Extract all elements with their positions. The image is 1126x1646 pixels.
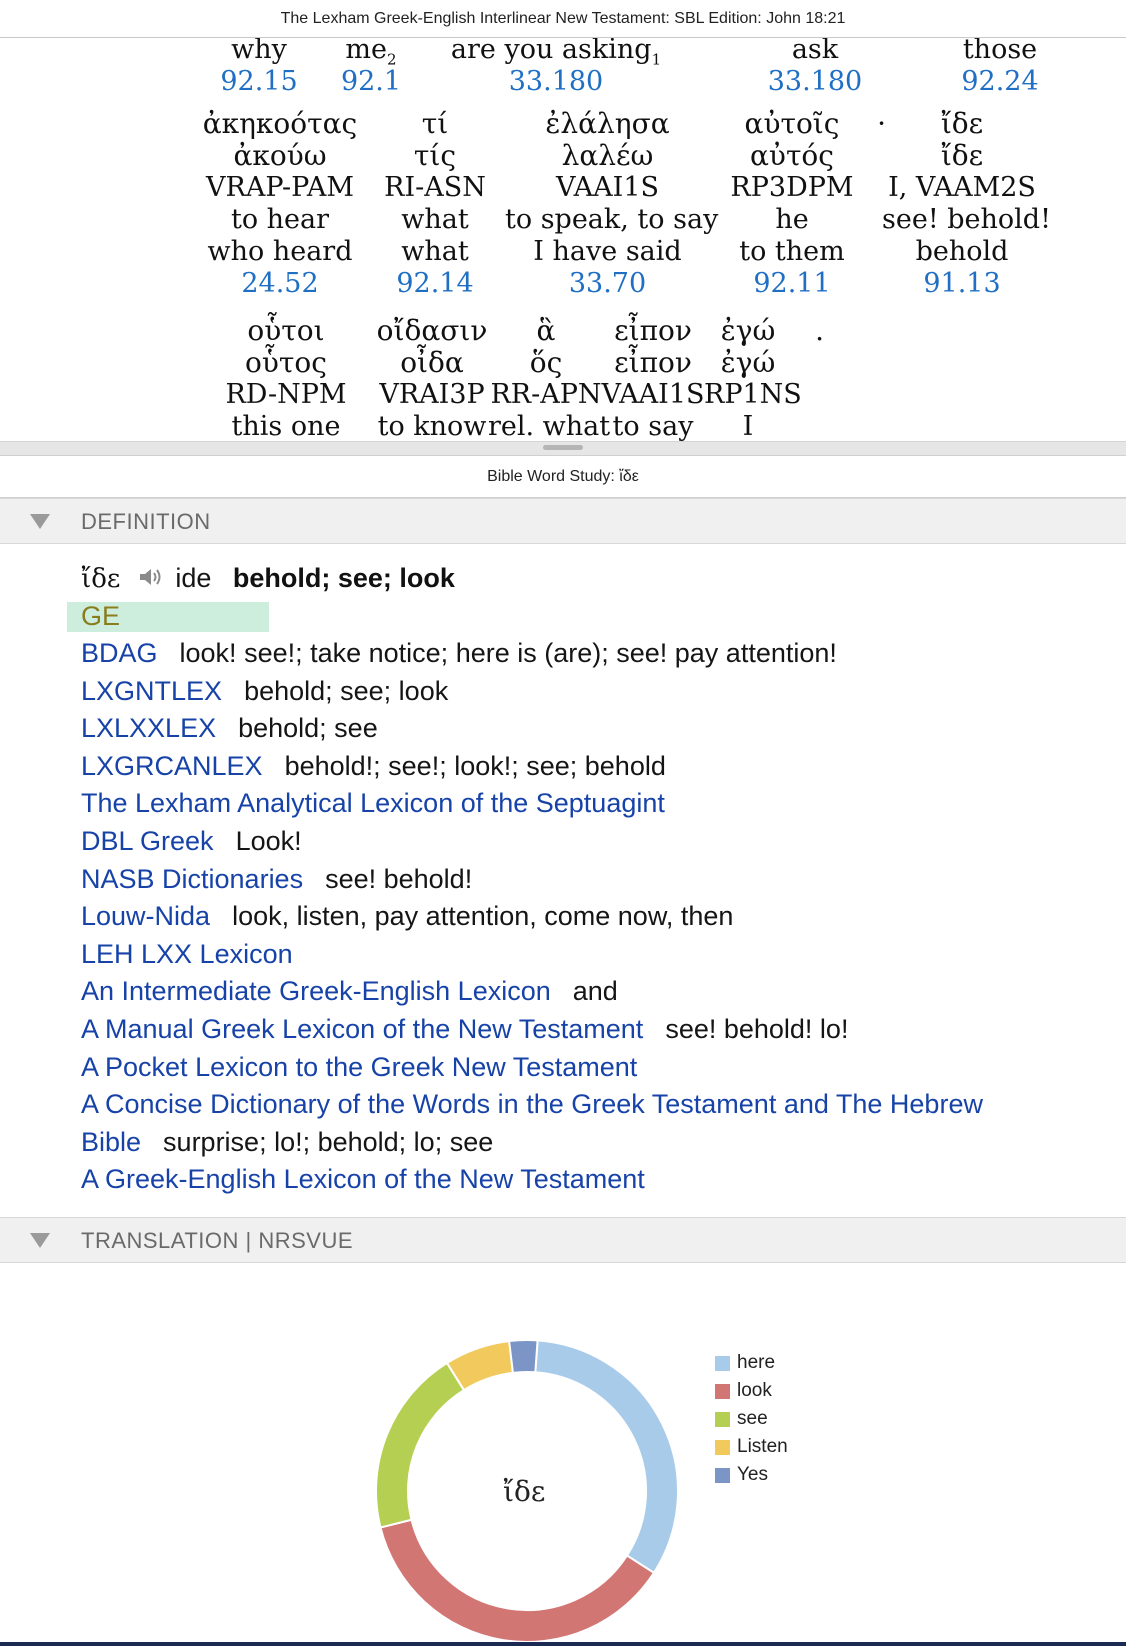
louw-nida-link[interactable]: 33.70 xyxy=(505,268,710,300)
lexicon-gloss: behold; see xyxy=(238,713,378,744)
translation-section-header[interactable]: TRANSLATION | NRSVUE xyxy=(0,1217,1126,1263)
interlinear-word[interactable]: ἐγώ. ἐγώ RP1NS I xyxy=(704,315,824,443)
headword-transliteration: ide xyxy=(175,563,212,593)
lexicon-gloss: behold; see; look xyxy=(244,675,449,706)
legend-label: see xyxy=(737,1408,768,1429)
lexicon-gloss: and xyxy=(572,976,618,1007)
lexicon-source-link[interactable]: Bible xyxy=(81,1127,141,1157)
donut-slice-yes[interactable] xyxy=(508,1340,539,1374)
drag-handle-icon[interactable] xyxy=(543,445,583,450)
legend-swatch xyxy=(715,1440,730,1455)
translation-donut-chart[interactable]: ἴδε xyxy=(360,1340,700,1646)
punctuation-mark: . xyxy=(815,314,824,347)
lexicon-entry: LXLXXLEX behold; see xyxy=(81,710,378,746)
lexicon-entry: DBL Greek Look! xyxy=(81,823,302,859)
lexicon-source-link[interactable]: A Pocket Lexicon to the Greek New Testam… xyxy=(81,1052,637,1082)
interlinear-word[interactable]: are you asking1 33.180 xyxy=(445,34,667,98)
lexicon-gloss: see! behold! xyxy=(325,863,473,894)
interlinear-word[interactable]: αὐτοῖς · αὐτός RP3DPM he to them 92.11 xyxy=(730,108,886,300)
headword-gloss: behold; see; look xyxy=(232,563,455,593)
lexicon-gloss: see! behold! lo! xyxy=(665,1014,849,1044)
collapse-triangle-icon[interactable] xyxy=(30,1233,50,1248)
legend-swatch xyxy=(715,1384,730,1399)
lexicon-entry: NASB Dictionaries see! behold! xyxy=(81,861,472,897)
donut-slice-here[interactable] xyxy=(534,1340,679,1575)
lexicon-source-link[interactable]: The Lexham Analytical Lexicon of the Sep… xyxy=(81,788,665,818)
definition-section-header[interactable]: DEFINITION xyxy=(0,498,1126,544)
lexicon-entry: A Greek-English Lexicon of the New Testa… xyxy=(81,1161,645,1197)
ge-row[interactable]: GE xyxy=(67,598,269,634)
legend-swatch xyxy=(715,1468,730,1483)
donut-slice-see[interactable] xyxy=(375,1361,466,1529)
louw-nida-link[interactable]: 33.180 xyxy=(760,66,870,98)
lexicon-source-link[interactable]: Louw-Nida xyxy=(81,901,210,931)
legend-swatch xyxy=(715,1412,730,1427)
legend-label: here xyxy=(737,1352,776,1373)
headword-line: ἴδε ide behold; see; look xyxy=(81,560,455,596)
louw-nida-link[interactable]: 92.1 xyxy=(326,66,416,98)
louw-nida-link[interactable]: 91.13 xyxy=(882,268,1042,300)
interlinear-word[interactable]: me2 92.1 xyxy=(326,34,416,98)
lexicon-source-link[interactable]: An Intermediate Greek-English Lexicon xyxy=(81,976,551,1006)
lexicon-source-link[interactable]: NASB Dictionaries xyxy=(81,864,303,894)
lexicon-source-link[interactable]: DBL Greek xyxy=(81,826,214,856)
lexicon-source-link[interactable]: BDAG xyxy=(81,638,158,668)
lexicon-entry: BDAG look! see!; take notice; here is (ar… xyxy=(81,635,837,671)
interlinear-word[interactable]: ἐλάλησα λαλέω VAAI1S to speak, to say I … xyxy=(505,108,718,300)
interlinear-word[interactable]: ἀκηκοότας ἀκούω VRAP-PAM to hear who hea… xyxy=(190,108,370,300)
interlinear-word[interactable]: οἴδασιν οἶδα VRAI3P to know xyxy=(372,315,492,443)
lexicon-gloss: look! see!; take notice; here is (are); … xyxy=(179,638,837,668)
interlinear-word[interactable]: why 92.15 xyxy=(214,34,304,98)
louw-nida-link[interactable]: 92.24 xyxy=(940,66,1060,98)
lexicon-source-link[interactable]: LXGRCANLEX xyxy=(81,751,263,781)
interlinear-word[interactable]: τί τίς RI-ASN what what 92.14 xyxy=(375,108,495,300)
lexicon-entry: LEH LXX Lexicon xyxy=(81,936,293,972)
donut-slice-look[interactable] xyxy=(379,1518,656,1643)
lexicon-entry: The Lexham Analytical Lexicon of the Sep… xyxy=(81,785,665,821)
lexicon-gloss: Look! xyxy=(235,826,302,856)
donut-center-label: ἴδε xyxy=(503,1475,545,1508)
bottom-edge-bar xyxy=(0,1642,1126,1646)
collapse-triangle-icon[interactable] xyxy=(30,514,50,529)
lexicon-entry: Bible surprise; lo!; behold; lo; see xyxy=(81,1124,493,1160)
legend-label: Yes xyxy=(737,1464,768,1485)
interlinear-word[interactable]: εἶπον εἶπον VAAI1S to say xyxy=(600,315,706,443)
ge-label[interactable]: GE xyxy=(81,601,120,631)
legend-label: look xyxy=(737,1380,772,1401)
interlinear-word[interactable]: ἃ ὅς RR-APN rel. what xyxy=(488,315,610,443)
lexicon-source-link[interactable]: A Manual Greek Lexicon of the New Testam… xyxy=(81,1014,643,1044)
louw-nida-link[interactable]: 92.15 xyxy=(214,66,304,98)
interlinear-word[interactable]: ask 33.180 xyxy=(760,34,870,98)
louw-nida-link[interactable]: 33.180 xyxy=(445,66,667,98)
lexicon-gloss: behold!; see!; look!; see; behold xyxy=(284,750,666,781)
louw-nida-link[interactable]: 92.11 xyxy=(730,268,854,300)
lexicon-entry: A Concise Dictionary of the Words in the… xyxy=(81,1086,983,1122)
lexicon-entry: Louw-Nida look, listen, pay attention, co… xyxy=(81,898,733,934)
lexicon-entry: LXGNTLEX behold; see; look xyxy=(81,673,448,709)
word-study-title: Bible Word Study: ἴδε xyxy=(0,456,1126,498)
interlinear-word[interactable]: οὗτοι οὗτος RD-NPM this one xyxy=(216,315,356,443)
lexicon-source-link[interactable]: LXLXXLEX xyxy=(81,713,216,743)
headword-greek: ἴδε xyxy=(81,564,121,594)
interlinear-title: The Lexham Greek-English Interlinear New… xyxy=(0,0,1126,38)
louw-nida-link[interactable]: 92.14 xyxy=(375,268,495,300)
lexicon-source-link[interactable]: LEH LXX Lexicon xyxy=(81,939,293,969)
lexicon-entry: An Intermediate Greek-English Lexicon and xyxy=(81,973,618,1009)
lexicon-source-link[interactable]: A Concise Dictionary of the Words in the… xyxy=(81,1089,983,1119)
lexicon-gloss: surprise; lo!; behold; lo; see xyxy=(163,1126,494,1157)
interlinear-word[interactable]: ἴδε ἴδε I, VAAM2S see! behold! behold 91… xyxy=(882,108,1051,300)
pane-splitter[interactable] xyxy=(0,441,1126,456)
lexicon-source-link[interactable]: LXGNTLEX xyxy=(81,676,222,706)
interlinear-pane: The Lexham Greek-English Interlinear New… xyxy=(0,0,1126,456)
louw-nida-link[interactable]: 24.52 xyxy=(190,268,370,300)
speaker-icon[interactable] xyxy=(138,562,164,598)
lexicon-gloss: look, listen, pay attention, come now, t… xyxy=(232,901,734,932)
lexicon-source-link[interactable]: A Greek-English Lexicon of the New Testa… xyxy=(81,1164,645,1194)
lexicon-entry: A Pocket Lexicon to the Greek New Testam… xyxy=(81,1049,637,1085)
legend-label: Listen xyxy=(737,1436,788,1457)
lexicon-entry: LXGRCANLEX behold!; see!; look!; see; beh… xyxy=(81,748,666,784)
lexicon-entry: A Manual Greek Lexicon of the New Testam… xyxy=(81,1011,848,1047)
legend-swatch xyxy=(715,1356,730,1371)
interlinear-word[interactable]: those 92.24 xyxy=(940,34,1060,98)
